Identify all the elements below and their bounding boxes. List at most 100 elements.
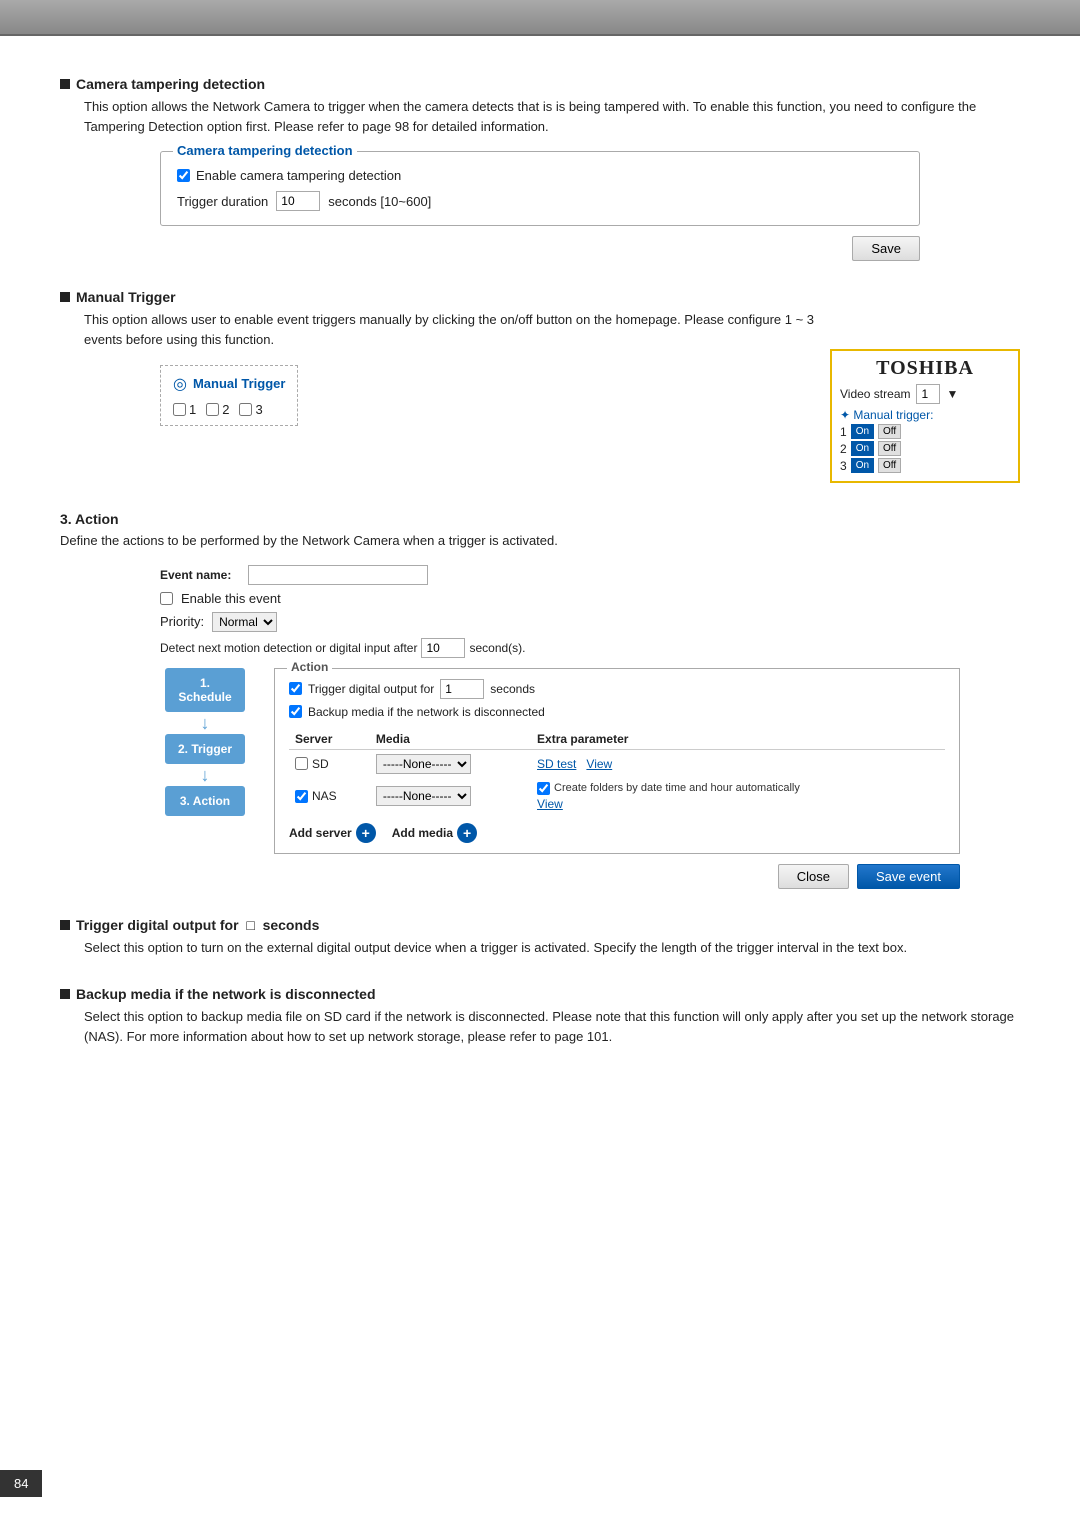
toshiba-trigger-rows: 1 On Off 2 On Off 3 On Off (832, 422, 1018, 481)
add-server-btn[interactable]: Add server + (289, 823, 376, 843)
trigger-duration-label: Trigger duration (177, 194, 268, 209)
backup-media-section: Backup media if the network is disconnec… (60, 986, 1020, 1047)
toshiba-brand: TOSHIBA (832, 351, 1018, 382)
col-media: Media (370, 729, 531, 750)
manual-trigger-desc: This option allows user to enable event … (84, 310, 830, 350)
event-name-input[interactable] (248, 565, 428, 585)
action-table: Server Media Extra parameter SD (289, 729, 945, 815)
toshiba-off-btn-1[interactable]: Off (878, 424, 901, 439)
toshiba-stream-label: Video stream (840, 387, 910, 401)
close-save-row: Close Save event (160, 864, 960, 889)
save-button[interactable]: Save (852, 236, 920, 261)
toshiba-trigger-row-2: 2 On Off (840, 441, 1010, 456)
bullet-icon (60, 79, 70, 89)
manual-trigger-box: ◎ Manual Trigger 1 2 3 (160, 365, 298, 426)
toshiba-stream-input[interactable] (916, 384, 940, 404)
action-title: 3. Action (60, 511, 1020, 527)
toshiba-on-btn-1[interactable]: On (851, 424, 874, 439)
add-media-btn[interactable]: Add media + (392, 823, 477, 843)
toshiba-trigger-num-2: 2 (840, 442, 847, 456)
add-server-icon: + (356, 823, 376, 843)
nas-label[interactable]: NAS (295, 789, 364, 803)
trigger-num1-label[interactable]: 1 (173, 402, 196, 417)
toshiba-trigger-row-1: 1 On Off (840, 424, 1010, 439)
trigger-num1-checkbox[interactable] (173, 403, 186, 416)
toshiba-stream-row: Video stream ▼ (832, 382, 1018, 406)
camera-tampering-box: Camera tampering detection Enable camera… (160, 151, 920, 226)
trigger-digital-section-desc: Select this option to turn on the extern… (84, 938, 1020, 958)
enable-event-checkbox[interactable] (160, 592, 173, 605)
step-schedule[interactable]: 1. Schedule (165, 668, 245, 712)
sd-label[interactable]: SD (295, 757, 364, 771)
trigger-duration-row: Trigger duration seconds [10~600] (177, 191, 903, 211)
save-btn-row: Save (60, 236, 920, 261)
toshiba-trigger-num-1: 1 (840, 425, 847, 439)
trigger-digital-section: Trigger digital output for □ seconds Sel… (60, 917, 1020, 958)
backup-row: Backup media if the network is disconnec… (289, 705, 945, 719)
nas-create-checkbox[interactable] (537, 782, 550, 795)
priority-select[interactable]: Normal High Low (212, 612, 277, 632)
camera-tampering-desc: This option allows the Network Camera to… (84, 97, 1020, 137)
detect-row: Detect next motion detection or digital … (160, 638, 960, 658)
nas-create-text: Create folders by date time and hour aut… (554, 782, 800, 794)
detect-input[interactable] (421, 638, 465, 658)
camera-tampering-title: Camera tampering detection (76, 76, 265, 92)
enable-event-row: Enable this event (160, 591, 960, 606)
toshiba-stream-dropdown-icon[interactable]: ▼ (946, 387, 958, 401)
manual-trigger-section: Manual Trigger This option allows user t… (60, 289, 1020, 483)
nas-server-text: NAS (312, 789, 337, 803)
enable-tampering-row: Enable camera tampering detection (177, 168, 903, 183)
toshiba-trigger-row-3: 3 On Off (840, 458, 1010, 473)
trigger-duration-input[interactable] (276, 191, 320, 211)
add-row: Add server + Add media + (289, 823, 945, 843)
event-form: Event name: Enable this event Priority: … (160, 565, 960, 889)
nas-media-select[interactable]: -----None----- (376, 786, 471, 806)
trigger-digital-checkbox[interactable] (289, 682, 302, 695)
toshiba-off-btn-3[interactable]: Off (878, 458, 901, 473)
trigger-num2-label[interactable]: 2 (206, 402, 229, 417)
toshiba-off-btn-2[interactable]: Off (878, 441, 901, 456)
toshiba-on-btn-3[interactable]: On (851, 458, 874, 473)
enable-tampering-label: Enable camera tampering detection (196, 168, 401, 183)
add-media-label: Add media (392, 826, 453, 840)
nas-create-label: Create folders by date time and hour aut… (537, 782, 939, 795)
backup-checkbox[interactable] (289, 705, 302, 718)
nas-checkbox[interactable] (295, 790, 308, 803)
event-name-label: Event name: (160, 568, 240, 582)
trigger-digital-input[interactable] (440, 679, 484, 699)
step-action[interactable]: 3. Action (165, 786, 245, 816)
priority-label: Priority: (160, 614, 204, 629)
manual-trigger-title: Manual Trigger (76, 289, 176, 305)
backup-media-bullet (60, 989, 70, 999)
toshiba-trigger-label: ✦ Manual trigger: (832, 406, 1018, 422)
trigger-num3-label[interactable]: 3 (239, 402, 262, 417)
nas-row: NAS -----None----- (289, 778, 945, 815)
trigger-num3-checkbox[interactable] (239, 403, 252, 416)
enable-tampering-checkbox[interactable] (177, 169, 190, 182)
step-trigger[interactable]: 2. Trigger (165, 734, 245, 764)
trigger-digital-section-title: Trigger digital output for □ seconds (76, 917, 319, 933)
backup-media-title: Backup media if the network is disconnec… (76, 986, 376, 1002)
step-arrow-1: ↓ (201, 714, 210, 732)
trigger-digital-row: Trigger digital output for seconds (289, 679, 945, 699)
action-desc: Define the actions to be performed by th… (60, 531, 1020, 551)
toshiba-on-btn-2[interactable]: On (851, 441, 874, 456)
step-arrow-2: ↓ (201, 766, 210, 784)
steps-sidebar: 1. Schedule ↓ 2. Trigger ↓ 3. Action (160, 668, 250, 854)
save-event-button[interactable]: Save event (857, 864, 960, 889)
enable-event-label: Enable this event (181, 591, 281, 606)
col-extra: Extra parameter (531, 729, 945, 750)
detect-unit: second(s). (469, 641, 525, 655)
trigger-digital-bullet (60, 920, 70, 930)
sd-checkbox[interactable] (295, 757, 308, 770)
sd-media-select[interactable]: -----None----- (376, 754, 471, 774)
col-server: Server (289, 729, 370, 750)
sd-test-link[interactable]: SD test (537, 757, 576, 771)
nas-view-link[interactable]: View (537, 797, 563, 811)
sd-view-link[interactable]: View (586, 757, 612, 771)
trigger-num2-checkbox[interactable] (206, 403, 219, 416)
backup-media-desc: Select this option to backup media file … (84, 1007, 1020, 1047)
detect-text: Detect next motion detection or digital … (160, 641, 417, 655)
close-button[interactable]: Close (778, 864, 849, 889)
action-section: 3. Action Define the actions to be perfo… (60, 511, 1020, 889)
